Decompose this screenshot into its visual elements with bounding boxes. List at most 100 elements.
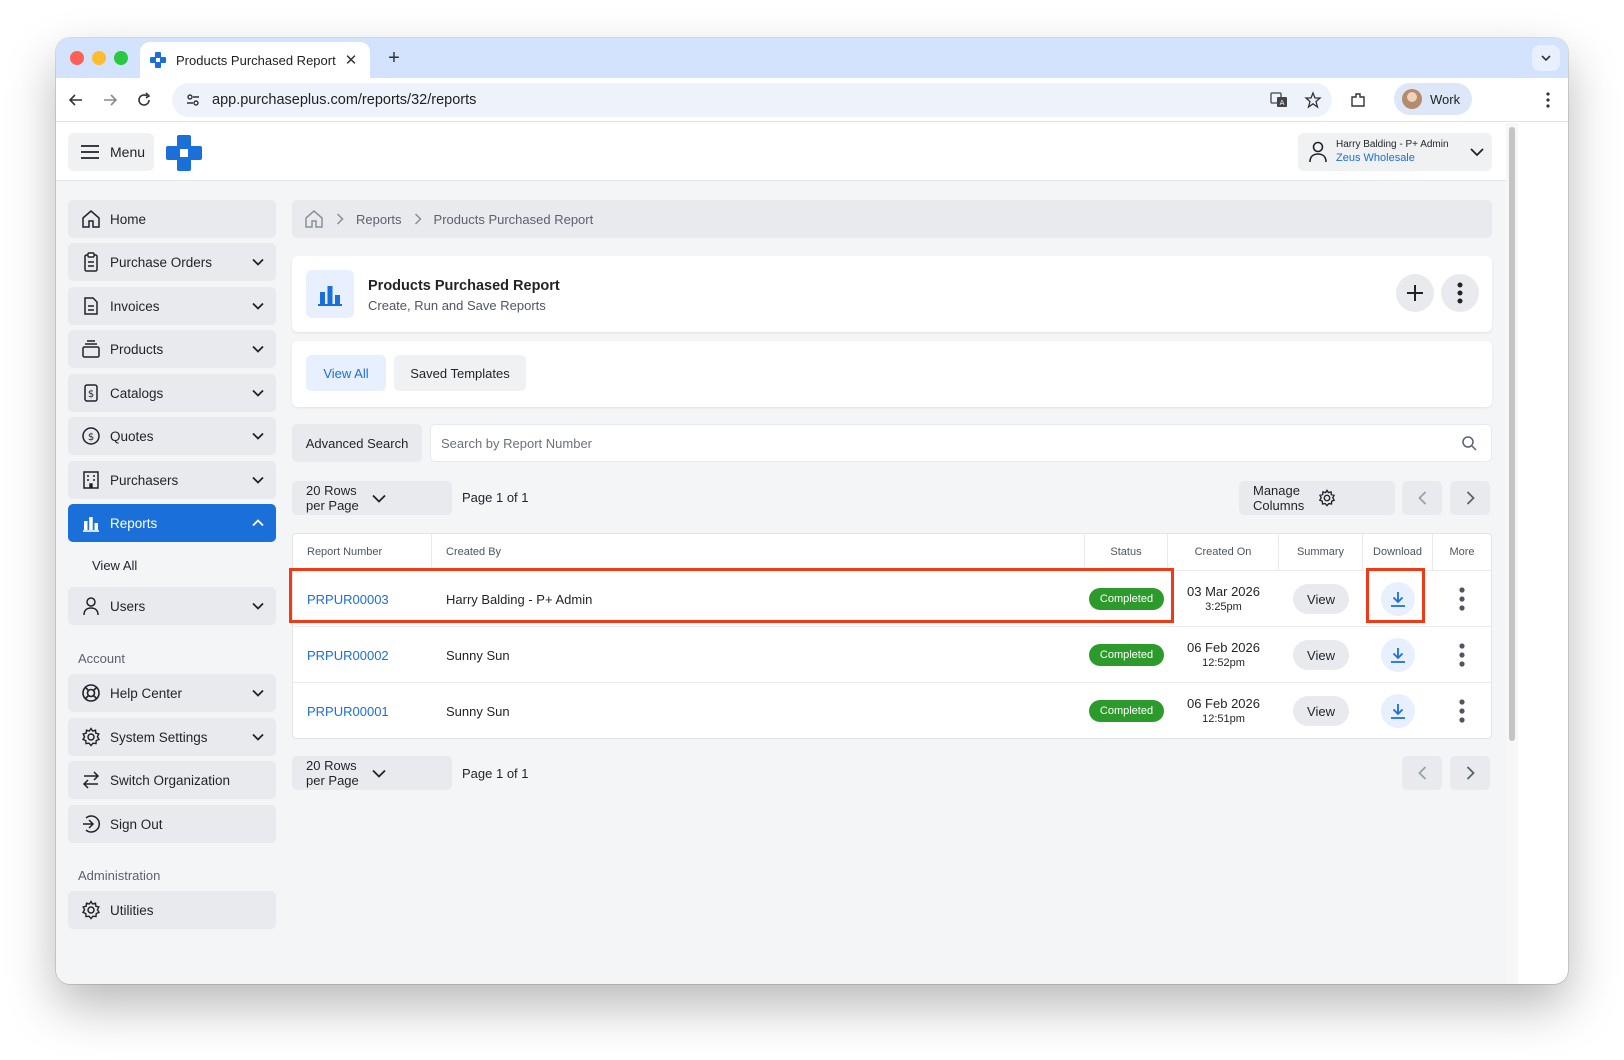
rows-per-page-dropdown[interactable]: 20 Rows per Page (292, 481, 452, 515)
extensions-puzzle-icon[interactable] (1346, 88, 1370, 112)
sidebar-item-products[interactable]: Products (68, 330, 276, 368)
back-arrow-icon[interactable] (64, 88, 88, 112)
user-name: Harry Balding - P+ Admin (1336, 139, 1449, 150)
browser-window: Products Purchased Report ✕ + app.purcha… (56, 38, 1568, 984)
sign-out-icon (80, 813, 102, 835)
sidebar-item-label: Invoices (110, 298, 160, 314)
profile-button[interactable]: Work (1394, 83, 1472, 115)
tab-search-dropdown-icon[interactable] (1532, 45, 1560, 71)
sidebar-subitem-view-all[interactable]: View All (92, 558, 137, 573)
translate-icon[interactable]: A (1268, 89, 1290, 111)
download-button[interactable] (1381, 694, 1415, 728)
sidebar-item-sign-out[interactable]: Sign Out (68, 805, 276, 843)
view-summary-button[interactable]: View (1293, 584, 1349, 614)
browser-menu-kebab-icon[interactable] (1536, 88, 1560, 112)
sidebar-item-invoices[interactable]: Invoices (68, 287, 276, 325)
created-on-time: 12:51pm (1202, 713, 1245, 725)
sidebar-item-quotes[interactable]: $ Quotes (68, 417, 276, 455)
sidebar-item-help-center[interactable]: Help Center (68, 674, 276, 712)
report-number-link[interactable]: PRPUR00001 (307, 704, 389, 719)
sidebar-item-system-settings[interactable]: System Settings (68, 718, 276, 756)
created-on-time: 3:25pm (1205, 601, 1242, 613)
sidebar-item-home[interactable]: Home (68, 200, 276, 238)
bookmark-star-icon[interactable] (1302, 89, 1324, 111)
building-icon (80, 469, 102, 491)
sidebar-item-label: Users (110, 598, 146, 614)
report-number-link[interactable]: PRPUR00002 (307, 648, 389, 663)
sidebar-item-catalogs[interactable]: $ Catalogs (68, 374, 276, 412)
tab-saved-templates[interactable]: Saved Templates (394, 355, 526, 391)
created-on-time: 12:52pm (1202, 657, 1245, 669)
chevron-right-icon (1466, 491, 1475, 505)
chevron-down-icon (252, 345, 264, 353)
hamburger-icon (81, 145, 99, 159)
maximize-window-button[interactable] (114, 51, 128, 65)
next-page-button-bottom[interactable] (1450, 756, 1490, 790)
chevron-down-icon (372, 494, 438, 503)
previous-page-button[interactable] (1402, 481, 1442, 515)
download-icon (1391, 704, 1405, 719)
site-settings-icon[interactable] (182, 89, 204, 111)
gear-icon (1318, 489, 1383, 507)
sidebar-item-label: System Settings (110, 729, 208, 745)
page-scrollbar[interactable] (1506, 123, 1518, 984)
address-bar[interactable]: app.purchaseplus.com/reports/32/reports … (172, 83, 1332, 117)
advanced-search-button[interactable]: Advanced Search (292, 424, 422, 462)
lifebuoy-icon (80, 682, 102, 704)
created-on-date: 03 Mar 2026 (1187, 584, 1260, 599)
report-number-link[interactable]: PRPUR00003 (307, 592, 389, 607)
sidebar-item-reports[interactable]: Reports (68, 504, 276, 542)
sidebar-item-switch-organization[interactable]: Switch Organization (68, 761, 276, 799)
sidebar-item-label: Quotes (110, 428, 154, 444)
rows-per-page-dropdown-bottom[interactable]: 20 Rows per Page (292, 756, 452, 790)
minimize-window-button[interactable] (92, 51, 106, 65)
breadcrumb-reports[interactable]: Reports (356, 212, 402, 227)
sidebar-item-label: Sign Out (110, 816, 163, 832)
tab-view-all[interactable]: View All (306, 355, 386, 391)
scrollbar-thumb[interactable] (1509, 127, 1515, 741)
sidebar-item-utilities[interactable]: Utilities (68, 891, 276, 929)
user-account-button[interactable]: Harry Balding - P+ Admin Zeus Wholesale (1298, 133, 1492, 171)
row-more-kebab-icon[interactable] (1459, 587, 1465, 611)
browser-tab-active[interactable]: Products Purchased Report ✕ (140, 42, 370, 78)
forward-arrow-icon[interactable] (98, 88, 122, 112)
reload-icon[interactable] (132, 88, 156, 112)
chevron-right-icon (414, 213, 422, 225)
created-by-cell: Sunny Sun (446, 647, 510, 663)
menu-button[interactable]: Menu (68, 133, 154, 171)
profile-name: Work (1430, 91, 1461, 107)
download-button[interactable] (1381, 582, 1415, 616)
table-row: PRPUR00003 Harry Balding - P+ Admin Comp… (293, 570, 1491, 626)
app-viewport: Menu Harry Balding - P+ Admin Zeus Whole… (56, 123, 1506, 984)
view-summary-button[interactable]: View (1293, 696, 1349, 726)
search-icon[interactable] (1457, 435, 1481, 451)
manage-columns-button[interactable]: Manage Columns (1239, 481, 1395, 515)
download-button[interactable] (1381, 638, 1415, 672)
sidebar-item-purchasers[interactable]: Purchasers (68, 461, 276, 499)
close-window-button[interactable] (70, 51, 84, 65)
sidebar-item-purchase-orders[interactable]: Purchase Orders (68, 243, 276, 281)
purchaseplus-logo-icon[interactable] (166, 135, 202, 171)
view-summary-button[interactable]: View (1293, 640, 1349, 670)
clipboard-icon (80, 251, 102, 273)
sidebar-item-users[interactable]: Users (68, 587, 276, 625)
user-icon (1309, 141, 1327, 163)
more-options-button[interactable] (1441, 274, 1479, 312)
next-page-button[interactable] (1450, 481, 1490, 515)
administration-heading: Administration (78, 868, 161, 883)
page-title-card: Products Purchased Report Create, Run an… (292, 256, 1492, 332)
home-icon[interactable] (304, 209, 324, 229)
chevron-up-icon (252, 519, 264, 527)
view-tabs-card: View All Saved Templates (292, 341, 1492, 407)
search-input[interactable] (441, 435, 1457, 451)
column-header-status: Status (1085, 534, 1168, 570)
add-report-button[interactable] (1396, 274, 1434, 312)
row-more-kebab-icon[interactable] (1459, 643, 1465, 667)
tab-close-icon[interactable]: ✕ (342, 51, 360, 69)
previous-page-button-bottom[interactable] (1402, 756, 1442, 790)
new-tab-icon[interactable]: + (382, 46, 406, 70)
plus-icon (1407, 285, 1423, 301)
created-on-date: 06 Feb 2026 (1186, 696, 1260, 711)
url-text: app.purchaseplus.com/reports/32/reports (212, 92, 477, 108)
row-more-kebab-icon[interactable] (1459, 699, 1465, 723)
